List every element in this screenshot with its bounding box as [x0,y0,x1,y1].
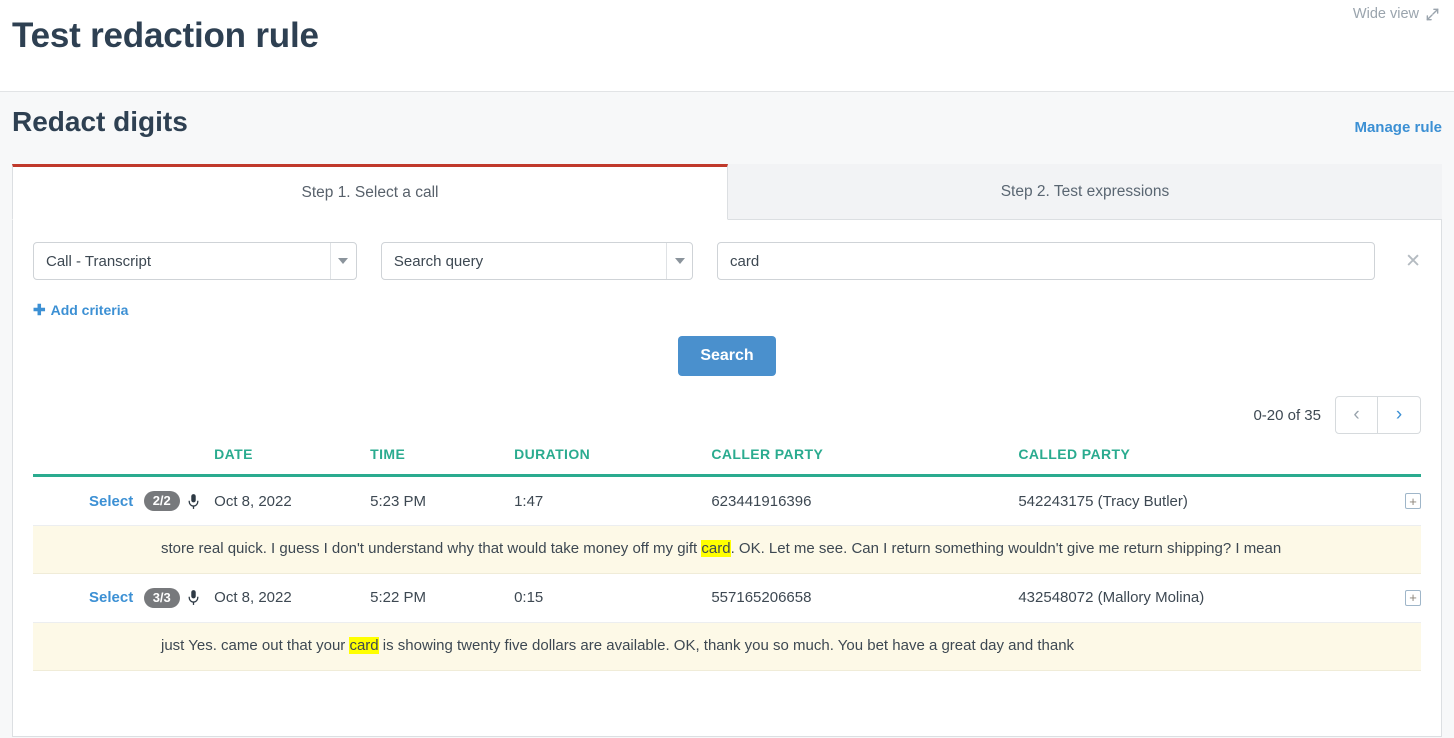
top-bar: Wide view Test redaction rule [0,0,1454,92]
cell-badge: 2/2 [143,475,215,526]
calls-table-header-row: DATE TIME DURATION CALLER PARTY CALLED P… [33,446,1421,477]
transcript-before: store real quick. I guess I don't unders… [161,540,702,557]
microphone-icon [187,493,200,510]
cell-date: Oct 8, 2022 [214,475,371,526]
col-duration: DURATION [514,446,712,477]
page-title: Test redaction rule [12,16,319,55]
wide-view-label: Wide view [1352,6,1419,22]
chevron-left-icon[interactable]: ‹ [1335,396,1378,434]
match-count-badge: 3/3 [143,587,180,608]
search-button[interactable]: Search [678,336,776,376]
criteria-row: Call - Transcript Search query ✕ [33,242,1421,280]
manage-rule-link[interactable]: Manage rule [1354,119,1442,136]
section-header: Redact digits Manage rule [0,92,1454,164]
criteria-field-value: Call - Transcript [46,252,152,270]
col-caller-party: CALLER PARTY [711,446,1019,477]
rule-section: Redact digits Manage rule Step 1. Select… [0,92,1454,738]
pagination-range: 0-20 of 35 [1253,406,1321,424]
calls-table-head: DATE TIME DURATION CALLER PARTY CALLED P… [33,446,1421,477]
table-row[interactable]: Select 2/2 Oct 8, 2022 5:23 PM 1:47 6234… [33,475,1421,526]
step-1-panel: Call - Transcript Search query ✕ ✚ Add c… [12,220,1442,737]
search-query-input[interactable] [717,242,1376,280]
microphone-icon [187,589,200,606]
col-date: DATE [214,446,371,477]
criteria-operator-select[interactable]: Search query [380,242,694,280]
plus-icon: ✚ [33,302,46,319]
tab-step-2-test-expressions[interactable]: Step 2. Test expressions [728,164,1442,219]
tab-step-2-label: Step 2. Test expressions [1000,183,1170,200]
transcript-after: . OK. Let me see. Can I return something… [730,540,1282,557]
tab-step-1-label: Step 1. Select a call [301,184,439,201]
cell-select: Select [33,573,144,623]
cell-caller-party: 623441916396 [711,475,1019,526]
expand-diagonal-icon [1425,7,1440,22]
cell-badge: 3/3 [143,573,215,623]
add-criteria-button[interactable]: ✚ Add criteria [33,301,128,319]
plus-box-icon[interactable]: + [1405,589,1421,606]
select-call-link[interactable]: Select [89,589,133,606]
chevron-right-icon[interactable]: › [1378,396,1421,434]
cell-called-party: 432548072 (Mallory Molina) [1018,573,1361,623]
transcript-row: just Yes. came out that your card is sho… [33,622,1421,671]
step-tabs: Step 1. Select a call Step 2. Test expre… [12,164,1442,220]
col-badge [143,446,215,477]
criteria-field-select[interactable]: Call - Transcript [33,242,357,280]
cell-time: 5:23 PM [370,475,515,526]
cell-duration: 0:15 [514,573,712,623]
cell-expand: + [1360,475,1421,526]
transcript-row: store real quick. I guess I don't unders… [33,525,1421,574]
transcript-before: just Yes. came out that your [161,636,350,654]
criteria-operator-value: Search query [393,252,484,270]
transcript-highlight: card [701,540,731,557]
cell-called-party: 542243175 (Tracy Butler) [1018,475,1361,526]
transcript-after: is showing twenty five dollars are avail… [378,636,1075,654]
calls-table: DATE TIME DURATION CALLER PARTY CALLED P… [33,446,1421,671]
match-count-badge: 2/2 [143,491,180,511]
transcript-text: store real quick. I guess I don't unders… [33,525,1421,574]
cell-duration: 1:47 [514,475,712,526]
pagination: 0-20 of 35 ‹ › [33,396,1421,434]
col-expand [1360,446,1421,477]
add-criteria-label: Add criteria [50,302,129,318]
calls-table-body: Select 2/2 Oct 8, 2022 5:23 PM 1:47 6234… [33,475,1421,671]
chevron-down-icon [666,243,692,279]
col-select [33,446,144,477]
wide-view-toggle[interactable]: Wide view [1353,6,1440,22]
transcript-text: just Yes. came out that your card is sho… [33,622,1421,671]
cell-date: Oct 8, 2022 [214,573,371,623]
col-time: TIME [370,446,515,477]
rule-title: Redact digits [12,106,188,137]
pagination-buttons: ‹ › [1335,396,1421,434]
search-button-wrap: Search [33,336,1421,376]
select-call-link[interactable]: Select [89,493,133,510]
cell-select: Select [33,475,144,526]
close-icon[interactable]: ✕ [1405,252,1421,271]
col-called-party: CALLED PARTY [1018,446,1361,477]
cell-expand: + [1360,573,1421,623]
transcript-highlight: card [349,636,379,654]
chevron-down-icon [329,243,356,279]
cell-time: 5:22 PM [370,573,515,623]
plus-box-icon[interactable]: + [1405,493,1421,509]
tab-step-1-select-a-call[interactable]: Step 1. Select a call [12,164,728,220]
cell-caller-party: 557165206658 [711,573,1019,623]
table-row[interactable]: Select 3/3 Oct 8, 2022 5:22 PM 0:15 5571… [33,573,1421,623]
